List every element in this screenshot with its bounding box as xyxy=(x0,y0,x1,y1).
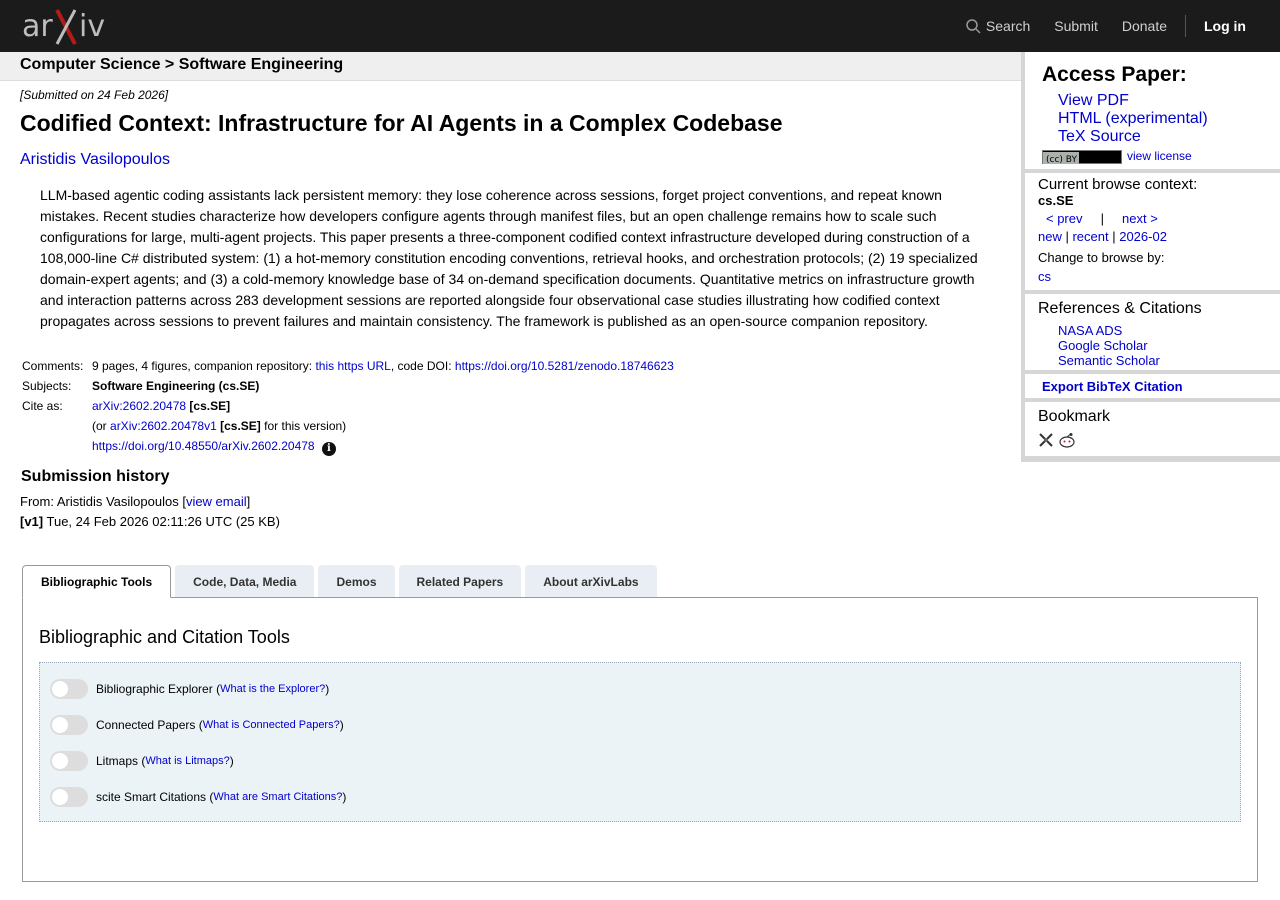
author-link[interactable]: Aristidis Vasilopoulos xyxy=(20,151,170,168)
tool-name: Bibliographic Explorer xyxy=(96,682,213,696)
subjects-label: Subjects: xyxy=(22,379,72,393)
breadcrumb[interactable]: Computer Science > Software Engineering xyxy=(0,52,1021,81)
references-box: References & Citations NASA ADS Google S… xyxy=(1025,294,1280,370)
arxiv-version-link[interactable]: arXiv:2602.20478v1 xyxy=(110,419,217,433)
tool-row: Litmaps (What is Litmaps?) xyxy=(50,743,1230,779)
tool-row: Bibliographic Explorer (What is the Expl… xyxy=(50,671,1230,707)
new-link[interactable]: new xyxy=(1038,229,1062,244)
tool-info-link[interactable]: What is the Explorer? xyxy=(220,683,325,695)
submission-history: From: Aristidis Vasilopoulos [view email… xyxy=(20,492,1001,532)
top-nav: Search Submit Donate Log in xyxy=(942,0,1246,52)
main-content: Computer Science > Software Engineering … xyxy=(0,52,1021,532)
from-text: From: Aristidis Vasilopoulos [ xyxy=(20,494,186,509)
comments-doi-label: , code DOI: xyxy=(390,359,452,373)
submission-history-heading: Submission history xyxy=(21,468,170,485)
top-bar: ar iv Search Submit Donate Log in xyxy=(0,0,1280,52)
cite-version-category: [cs.SE] xyxy=(220,419,261,433)
tool-name: scite Smart Citations xyxy=(96,790,207,804)
svg-text:(cc) BY: (cc) BY xyxy=(1046,155,1077,164)
tools-list: Bibliographic Explorer (What is the Expl… xyxy=(39,662,1241,822)
submission-date: [Submitted on 24 Feb 2026] xyxy=(20,88,169,102)
tab-code-data-media[interactable]: Code, Data, Media xyxy=(175,565,315,598)
code-doi-link[interactable]: https://doi.org/10.5281/zenodo.18746623 xyxy=(455,359,674,373)
access-paper-box: Access Paper: View PDF HTML (experimenta… xyxy=(1025,52,1280,169)
nav-divider xyxy=(1185,15,1186,37)
references-heading: References & Citations xyxy=(1038,300,1202,317)
month-link[interactable]: 2026-02 xyxy=(1119,229,1167,244)
submit-link[interactable]: Submit xyxy=(1054,18,1098,34)
access-paper-heading: Access Paper: xyxy=(1042,63,1187,86)
tab-panel: Bibliographic and Citation Tools Bibliog… xyxy=(22,597,1258,882)
tool-info-link[interactable]: What is Litmaps? xyxy=(145,755,229,767)
subjects-value: Software Engineering (cs.SE) xyxy=(92,379,260,393)
tool-info-link[interactable]: What is Connected Papers? xyxy=(203,719,340,731)
tool-row: Connected Papers (What is Connected Pape… xyxy=(50,707,1230,743)
sidebar: Access Paper: View PDF HTML (experimenta… xyxy=(1021,52,1280,462)
reddit-icon[interactable] xyxy=(1058,432,1076,448)
html-link[interactable]: HTML (experimental) xyxy=(1058,110,1208,127)
version-date: Tue, 24 Feb 2026 02:11:26 UTC (25 KB) xyxy=(46,514,280,529)
export-bibtex-link[interactable]: Export BibTeX Citation xyxy=(1042,379,1183,394)
tool-name: Litmaps xyxy=(96,754,139,768)
repository-link[interactable]: this https URL xyxy=(315,359,390,373)
cite-category: [cs.SE] xyxy=(189,399,231,413)
search-label: Search xyxy=(985,18,1031,34)
arxiv-id-link[interactable]: arXiv:2602.20478 xyxy=(92,399,186,413)
arxiv-logo[interactable]: ar iv xyxy=(22,6,114,48)
login-link[interactable]: Log in xyxy=(1204,18,1246,34)
search-icon xyxy=(966,18,981,34)
paper-title: Codified Context: Infrastructure for AI … xyxy=(20,110,783,136)
view-pdf-link[interactable]: View PDF xyxy=(1058,92,1129,109)
bookmark-heading: Bookmark xyxy=(1038,408,1111,425)
info-icon[interactable]: i xyxy=(321,442,336,456)
browse-context-box: Current browse context: cs.SE < prev | n… xyxy=(1025,173,1280,290)
tab-bibliographic-tools[interactable]: Bibliographic Tools xyxy=(22,565,172,598)
scite-toggle[interactable] xyxy=(50,787,88,807)
view-email-link[interactable]: view email xyxy=(186,494,247,509)
cite-label: Cite as: xyxy=(22,399,63,413)
google-scholar-link[interactable]: Google Scholar xyxy=(1058,338,1148,353)
abstract: LLM-based agentic coding assistants lack… xyxy=(40,187,978,329)
connected-papers-toggle[interactable] xyxy=(50,715,88,735)
cite-or: (or xyxy=(92,419,107,433)
panel-title: Bibliographic and Citation Tools xyxy=(39,627,290,647)
bibliographic-explorer-toggle[interactable] xyxy=(50,679,88,699)
view-license-link[interactable]: view license xyxy=(1127,149,1192,163)
cc-license-badge[interactable]: (cc) BY xyxy=(1042,150,1122,165)
tool-row: scite Smart Citations (What are Smart Ci… xyxy=(50,779,1230,815)
tab-demos[interactable]: Demos xyxy=(318,565,395,598)
donate-link[interactable]: Donate xyxy=(1122,18,1167,34)
bibtex-box: Export BibTeX Citation xyxy=(1025,374,1280,398)
tool-info-link[interactable]: What are Smart Citations? xyxy=(213,791,342,803)
bookmark-box: Bookmark xyxy=(1025,402,1280,456)
nav-separator: | xyxy=(1100,211,1104,226)
tab-about-arxivlabs[interactable]: About arXivLabs xyxy=(525,565,657,598)
litmaps-toggle[interactable] xyxy=(50,751,88,771)
doi-link[interactable]: https://doi.org/10.48550/arXiv.2602.2047… xyxy=(92,439,315,453)
from-close: ] xyxy=(246,494,251,509)
recent-link[interactable]: recent xyxy=(1072,229,1108,244)
tex-source-link[interactable]: TeX Source xyxy=(1058,128,1141,145)
comments-label: Comments: xyxy=(22,359,84,373)
browse-context-heading: Current browse context: xyxy=(1038,176,1198,193)
tab-related-papers[interactable]: Related Papers xyxy=(398,565,522,598)
nasa-ads-link[interactable]: NASA ADS xyxy=(1058,323,1122,338)
search-link[interactable]: Search xyxy=(966,18,1030,34)
labs-tabs: Bibliographic Tools Code, Data, Media De… xyxy=(22,565,661,598)
next-link[interactable]: next > xyxy=(1122,211,1158,226)
version-tag: [v1] xyxy=(20,514,44,529)
svg-text:ar: ar xyxy=(22,9,53,44)
bibsonomy-icon[interactable] xyxy=(1038,432,1054,448)
svg-text:iv: iv xyxy=(79,9,105,44)
prev-link[interactable]: < prev xyxy=(1046,211,1083,226)
comments-text: 9 pages, 4 figures, companion repository… xyxy=(92,359,313,373)
metadata-table: Comments: 9 pages, 4 figures, companion … xyxy=(20,356,676,456)
cite-version-note: for this version) xyxy=(264,419,347,433)
change-browse-label: Change to browse by: xyxy=(1038,250,1165,265)
browse-context-code: cs.SE xyxy=(1038,193,1074,208)
cs-link[interactable]: cs xyxy=(1038,269,1051,284)
semantic-scholar-link[interactable]: Semantic Scholar xyxy=(1058,353,1160,368)
tool-name: Connected Papers xyxy=(96,718,196,732)
